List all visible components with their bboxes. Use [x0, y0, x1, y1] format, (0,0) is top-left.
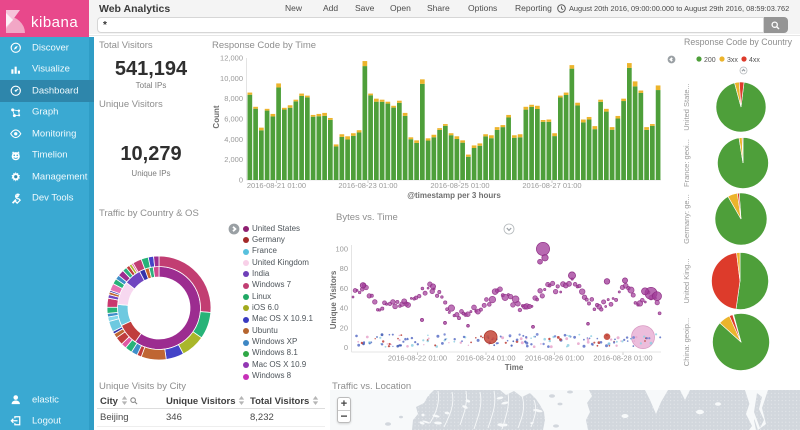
svg-text:100: 100 — [335, 244, 348, 253]
svg-text:80: 80 — [340, 264, 348, 273]
svg-text:Unique Visitors: Unique Visitors — [329, 270, 338, 329]
svg-text:60: 60 — [340, 284, 348, 293]
svg-text:40: 40 — [340, 304, 348, 313]
svg-text:Time: Time — [505, 363, 524, 372]
svg-text:20: 20 — [340, 323, 348, 332]
svg-text:0: 0 — [344, 343, 348, 352]
